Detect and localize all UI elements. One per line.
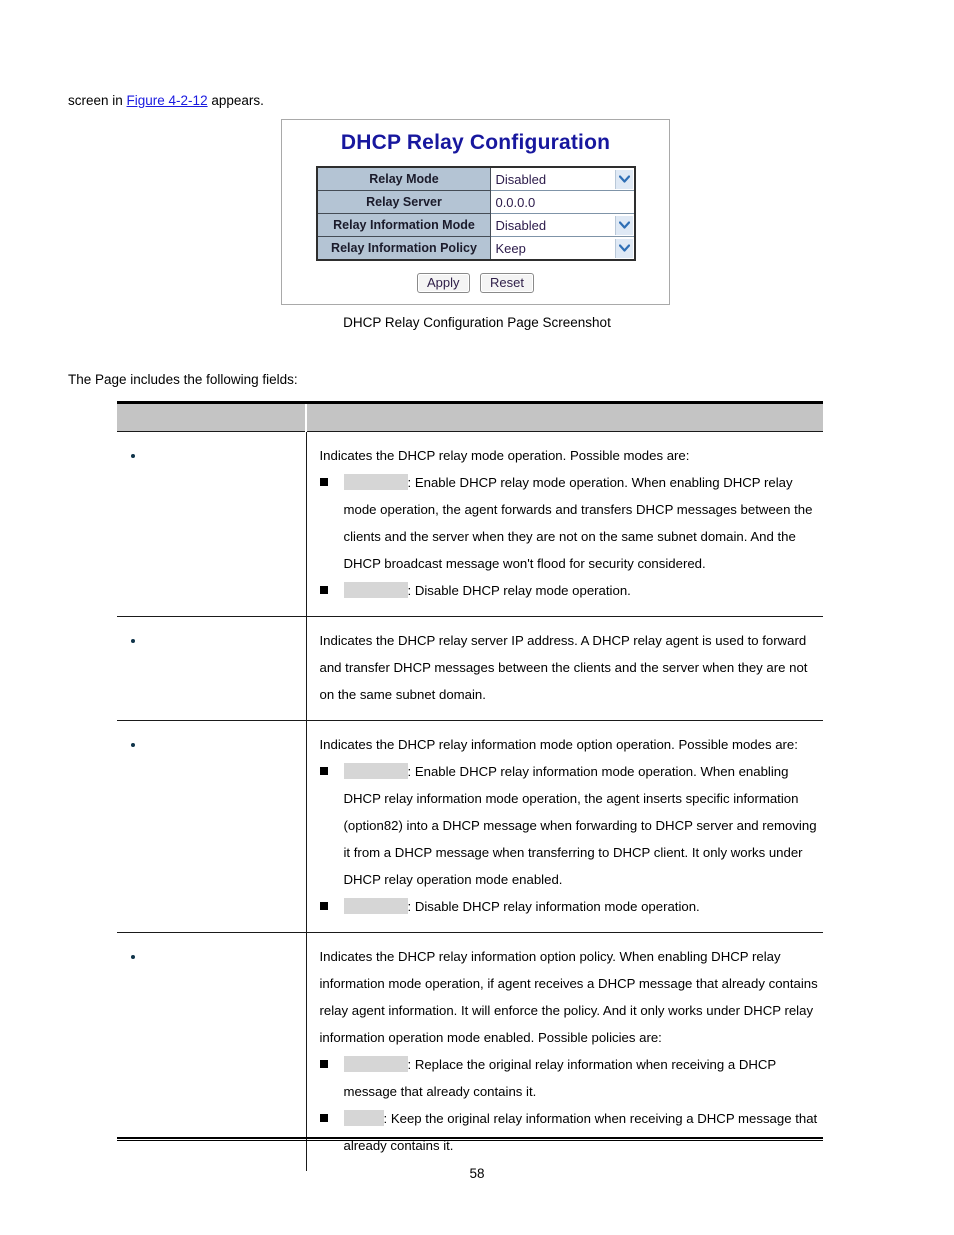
dhcp-relay-configuration-screenshot: DHCP Relay Configuration Relay Mode Disa… bbox=[281, 119, 670, 305]
description-intro: Indicates the DHCP relay information opt… bbox=[319, 949, 818, 1045]
redacted-term bbox=[343, 763, 408, 779]
square-bullet-icon bbox=[319, 1114, 328, 1122]
panel-title: DHCP Relay Configuration bbox=[340, 131, 611, 154]
square-bullet-icon bbox=[319, 767, 328, 775]
list-item: : Enable DHCP relay mode operation. When… bbox=[319, 469, 820, 577]
config-row: Relay Server 0.0.0.0 bbox=[315, 190, 635, 214]
relay-information-mode-select-cell[interactable]: Disabled bbox=[490, 213, 635, 237]
list-item-text: : Keep the original relay information wh… bbox=[343, 1111, 818, 1153]
intro-sentence: screen in Figure 4-2-12 appears. bbox=[68, 92, 264, 110]
config-row: Relay Information Mode Disabled bbox=[315, 213, 635, 237]
list-item-body: : Replace the original relay information… bbox=[343, 1051, 820, 1105]
bullet-icon bbox=[131, 954, 135, 959]
chevron-down-icon[interactable] bbox=[614, 215, 633, 235]
relay-mode-select[interactable]: Disabled bbox=[491, 168, 634, 190]
relay-mode-value: Disabled bbox=[495, 171, 547, 187]
relay-information-policy-value: Keep bbox=[495, 240, 526, 256]
table-row: Indicates the DHCP relay information opt… bbox=[117, 932, 823, 1172]
redacted-term bbox=[343, 1110, 384, 1126]
field-description-cell: Indicates the DHCP relay mode operation.… bbox=[306, 431, 823, 617]
apply-button[interactable]: Apply bbox=[417, 273, 470, 293]
bullet-icon bbox=[131, 453, 135, 458]
relay-information-mode-value: Disabled bbox=[495, 217, 547, 233]
list-item: : Keep the original relay information wh… bbox=[319, 1105, 820, 1159]
relay-server-input-cell[interactable]: 0.0.0.0 bbox=[490, 190, 635, 214]
redacted-term bbox=[343, 1056, 408, 1072]
field-description-cell: Indicates the DHCP relay information mod… bbox=[306, 720, 823, 933]
list-item-text: : Disable DHCP relay information mode op… bbox=[407, 899, 700, 914]
relay-information-mode-label: Relay Information Mode bbox=[315, 213, 492, 237]
relay-mode-label: Relay Mode bbox=[315, 166, 492, 191]
list-item-body: : Keep the original relay information wh… bbox=[343, 1105, 820, 1159]
relay-information-policy-select[interactable]: Keep bbox=[491, 237, 634, 259]
figure-reference-link[interactable]: Figure 4-2-12 bbox=[127, 93, 208, 108]
list-item-text: : Disable DHCP relay mode operation. bbox=[407, 583, 631, 598]
relay-information-mode-select[interactable]: Disabled bbox=[491, 214, 634, 236]
chevron-down-icon[interactable] bbox=[614, 238, 633, 258]
list-item: : Disable DHCP relay mode operation. bbox=[319, 577, 820, 604]
table-row: Indicates the DHCP relay information mod… bbox=[117, 720, 823, 933]
list-item-body: : Disable DHCP relay information mode op… bbox=[343, 893, 820, 920]
list-item: : Disable DHCP relay information mode op… bbox=[319, 893, 820, 920]
intro-prefix: screen in bbox=[68, 93, 127, 108]
field-name-cell bbox=[117, 932, 307, 1171]
relay-server-label: Relay Server bbox=[315, 190, 492, 214]
table-header-row bbox=[117, 404, 823, 432]
description-intro: Indicates the DHCP relay information mod… bbox=[319, 737, 798, 752]
fields-table: Indicates the DHCP relay mode operation.… bbox=[117, 404, 823, 1171]
field-description-cell: Indicates the DHCP relay information opt… bbox=[306, 933, 823, 1172]
bullet-icon bbox=[131, 638, 135, 643]
square-bullet-icon bbox=[319, 902, 328, 910]
config-row: Relay Mode Disabled bbox=[315, 166, 635, 191]
fields-lead-in: The Page includes the following fields: bbox=[68, 372, 298, 387]
relay-server-value: 0.0.0.0 bbox=[495, 194, 536, 210]
list-item-body: : Enable DHCP relay information mode ope… bbox=[343, 758, 820, 893]
relay-information-policy-label: Relay Information Policy bbox=[315, 236, 492, 261]
square-bullet-icon bbox=[319, 1060, 328, 1068]
field-name-cell bbox=[117, 720, 307, 933]
description-intro: Indicates the DHCP relay mode operation.… bbox=[319, 448, 690, 463]
redacted-term bbox=[343, 474, 408, 490]
button-row: Apply Reset bbox=[282, 273, 669, 293]
table-row: Indicates the DHCP relay mode operation.… bbox=[117, 431, 823, 617]
relay-server-input[interactable]: 0.0.0.0 bbox=[491, 191, 634, 213]
redacted-term bbox=[343, 898, 408, 914]
description-intro: Indicates the DHCP relay server IP addre… bbox=[319, 633, 808, 702]
list-item-text: : Replace the original relay information… bbox=[343, 1057, 776, 1099]
field-description-cell: Indicates the DHCP relay server IP addre… bbox=[306, 616, 823, 721]
table-row: Indicates the DHCP relay server IP addre… bbox=[117, 616, 823, 721]
list-item-text: : Enable DHCP relay information mode ope… bbox=[343, 764, 817, 887]
relay-mode-select-cell[interactable]: Disabled bbox=[490, 166, 635, 191]
square-bullet-icon bbox=[319, 478, 328, 486]
config-row: Relay Information Policy Keep bbox=[315, 236, 635, 261]
column-header-description bbox=[306, 404, 823, 432]
field-name-cell bbox=[117, 431, 307, 617]
page-number: 58 bbox=[469, 1166, 485, 1181]
reset-button[interactable]: Reset bbox=[480, 273, 534, 293]
intro-suffix: appears. bbox=[207, 93, 264, 108]
list-item-body: : Enable DHCP relay mode operation. When… bbox=[343, 469, 820, 577]
table-bottom-rule bbox=[117, 1137, 823, 1141]
dhcp-relay-config-table: Relay Mode Disabled Relay Server 0.0.0.0 bbox=[315, 166, 636, 261]
figure-caption: DHCP Relay Configuration Page Screenshot bbox=[343, 315, 611, 330]
list-item: : Enable DHCP relay information mode ope… bbox=[319, 758, 820, 893]
list-item-text: : Enable DHCP relay mode operation. When… bbox=[343, 475, 813, 571]
column-header-object bbox=[117, 404, 307, 432]
list-item: : Replace the original relay information… bbox=[319, 1051, 820, 1105]
square-bullet-icon bbox=[319, 586, 328, 594]
relay-information-policy-select-cell[interactable]: Keep bbox=[490, 236, 635, 261]
list-item-body: : Disable DHCP relay mode operation. bbox=[343, 577, 820, 604]
redacted-term bbox=[343, 582, 408, 598]
bullet-icon bbox=[131, 742, 135, 747]
field-name-cell bbox=[117, 616, 307, 721]
chevron-down-icon[interactable] bbox=[614, 169, 633, 189]
